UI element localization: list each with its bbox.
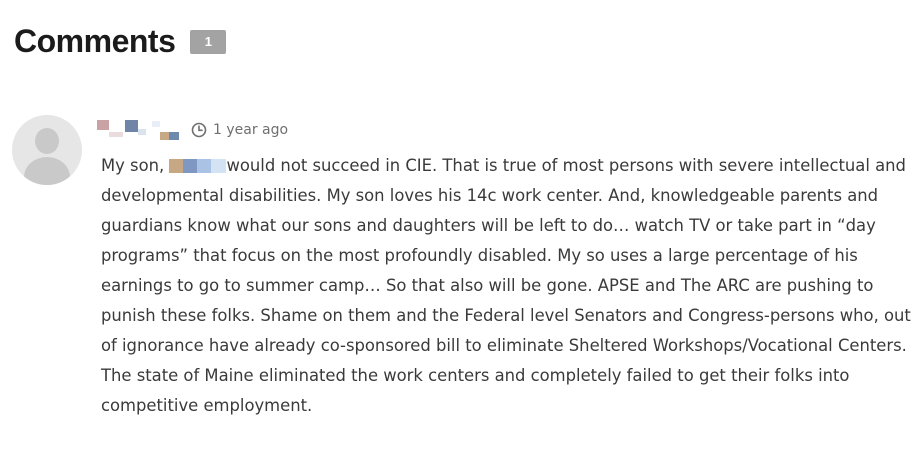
comment-text-start: My son, [101, 156, 170, 175]
clock-icon [191, 122, 207, 138]
comment-text-rest: would not succeed in CIE. That is true o… [101, 156, 911, 415]
comment-body: My son, would not succeed in CIE. That i… [101, 151, 911, 421]
comment-timestamp[interactable]: 1 year ago [213, 122, 288, 138]
comment-text: My son, would not succeed in CIE. That i… [101, 151, 911, 421]
redacted-name [169, 159, 227, 173]
comments-header: Comments 1 [14, 20, 227, 62]
avatar[interactable] [12, 115, 82, 185]
avatar-body-shape [24, 157, 70, 185]
author-name-redacted[interactable] [97, 119, 179, 141]
comments-title: Comments [14, 23, 176, 59]
avatar-head-shape [35, 128, 59, 154]
comment-count-badge: 1 [190, 30, 227, 54]
comment-meta: 1 year ago [97, 118, 288, 142]
